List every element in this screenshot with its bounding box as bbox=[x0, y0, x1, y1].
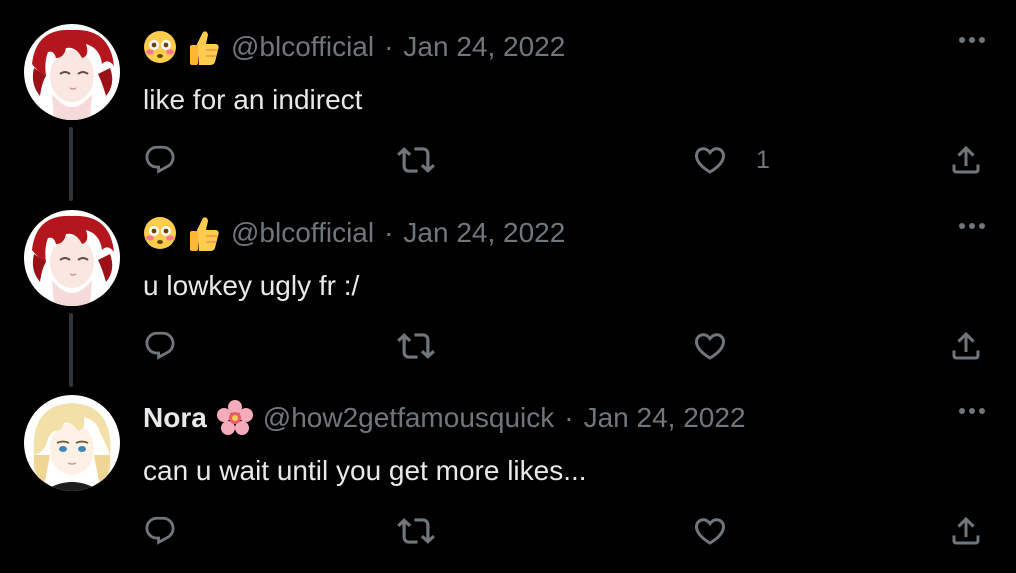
cherry-blossom-emoji-icon bbox=[216, 400, 253, 436]
like-count: 1 bbox=[756, 145, 770, 174]
tweet-text: like for an indirect bbox=[143, 84, 363, 115]
share-button[interactable] bbox=[948, 140, 984, 180]
red-haired-avatar-image bbox=[24, 210, 120, 306]
retweet-button[interactable] bbox=[397, 140, 435, 180]
avatar[interactable] bbox=[24, 395, 120, 491]
more-options-icon[interactable] bbox=[956, 30, 988, 50]
share-icon bbox=[952, 331, 980, 360]
reply-button[interactable] bbox=[143, 511, 177, 551]
retweet-button[interactable] bbox=[397, 326, 435, 366]
tweet-date[interactable]: Jan 24, 2022 bbox=[403, 217, 565, 249]
tweet-date[interactable]: Jan 24, 2022 bbox=[403, 31, 565, 63]
separator-dot: · bbox=[384, 31, 394, 62]
heart-icon bbox=[694, 518, 726, 545]
more-options-icon[interactable] bbox=[956, 216, 988, 236]
avatar[interactable] bbox=[24, 24, 120, 120]
separator-dot: · bbox=[564, 402, 574, 433]
retweet-icon bbox=[397, 518, 435, 544]
heart-icon bbox=[694, 147, 726, 174]
like-button[interactable]: 1 bbox=[692, 140, 770, 180]
tweet-text: u lowkey ugly fr :/ bbox=[143, 270, 360, 301]
flushed-face-emoji-icon bbox=[143, 30, 177, 64]
retweet-icon bbox=[397, 147, 435, 173]
share-button[interactable] bbox=[948, 511, 984, 551]
flushed-face-emoji-icon bbox=[143, 216, 177, 250]
tweet-text: can u wait until you get more likes... bbox=[143, 455, 587, 486]
share-icon bbox=[952, 516, 980, 545]
user-handle[interactable]: @blcofficial bbox=[231, 31, 374, 63]
tweet-2[interactable]: @blcofficial · Jan 24, 2022 u lowkey ugl… bbox=[0, 186, 1016, 387]
heart-icon bbox=[694, 333, 726, 360]
thumbs-up-emoji-icon bbox=[187, 28, 221, 66]
like-button[interactable] bbox=[692, 326, 756, 366]
red-haired-avatar-image bbox=[24, 24, 120, 120]
share-button[interactable] bbox=[948, 326, 984, 366]
reply-button[interactable] bbox=[143, 140, 177, 180]
reply-icon bbox=[145, 516, 175, 545]
reply-button[interactable] bbox=[143, 326, 177, 366]
tweet-1[interactable]: @blcofficial · Jan 24, 2022 like for an … bbox=[0, 0, 1016, 201]
retweet-button[interactable] bbox=[397, 511, 435, 551]
tweet-3[interactable]: Nora @how2getfamousquick · Jan 24, 2022 bbox=[0, 371, 1016, 556]
tweet-header: Nora @how2getfamousquick · Jan 24, 2022 bbox=[143, 398, 746, 438]
user-handle[interactable]: @blcofficial bbox=[231, 217, 374, 249]
tweet-header: @blcofficial · Jan 24, 2022 bbox=[143, 213, 565, 253]
like-button[interactable] bbox=[692, 511, 756, 551]
thumbs-up-emoji-icon bbox=[187, 214, 221, 252]
blonde-avatar-image bbox=[24, 395, 120, 491]
tweet-date[interactable]: Jan 24, 2022 bbox=[584, 402, 746, 434]
share-icon bbox=[952, 145, 980, 174]
reply-icon bbox=[145, 331, 175, 360]
avatar[interactable] bbox=[24, 210, 120, 306]
more-options-icon[interactable] bbox=[956, 401, 988, 421]
retweet-icon bbox=[397, 333, 435, 359]
display-name[interactable]: Nora bbox=[143, 402, 207, 434]
separator-dot: · bbox=[384, 217, 394, 248]
user-handle[interactable]: @how2getfamousquick bbox=[263, 402, 554, 434]
tweet-header: @blcofficial · Jan 24, 2022 bbox=[143, 27, 565, 67]
reply-icon bbox=[145, 145, 175, 174]
